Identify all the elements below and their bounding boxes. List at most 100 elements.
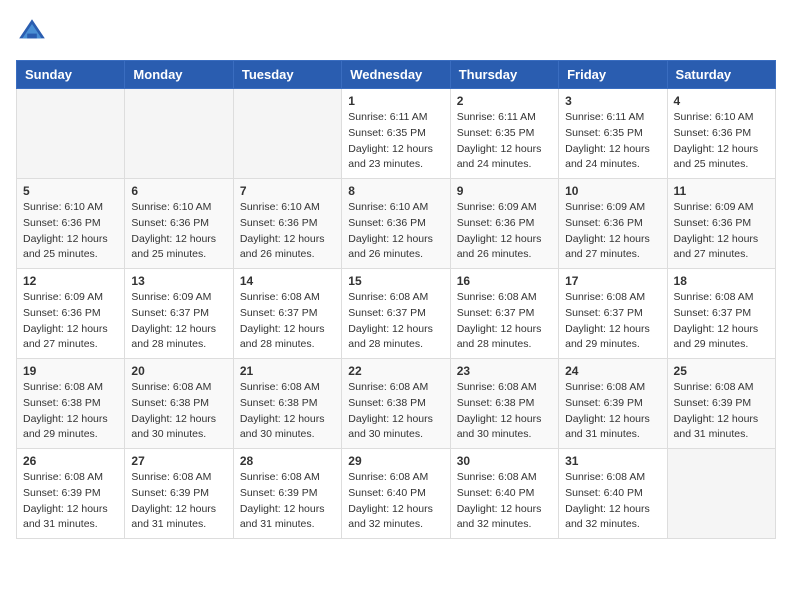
day-info: Sunrise: 6:08 AMSunset: 6:38 PMDaylight:…: [131, 380, 226, 443]
day-number: 18: [674, 274, 769, 288]
calendar-week-row: 12 Sunrise: 6:09 AMSunset: 6:36 PMDayligh…: [17, 269, 776, 359]
day-info: Sunrise: 6:08 AMSunset: 6:40 PMDaylight:…: [565, 470, 660, 533]
calendar-day-cell: 23 Sunrise: 6:08 AMSunset: 6:38 PMDayligh…: [450, 359, 558, 449]
calendar-day-cell: 19Sunrise: 6:08 AMSunset: 6:38 PMDayligh…: [17, 359, 125, 449]
calendar-day-cell: 12 Sunrise: 6:09 AMSunset: 6:36 PMDayligh…: [17, 269, 125, 359]
day-info: Sunrise: 6:08 AMSunset: 6:40 PMDaylight:…: [348, 470, 443, 533]
day-info: Sunrise: 6:09 AMSunset: 6:36 PMDaylight:…: [23, 290, 118, 353]
calendar-day-cell: 5 Sunrise: 6:10 AMSunset: 6:36 PMDaylight…: [17, 179, 125, 269]
day-info: Sunrise: 6:08 AMSunset: 6:38 PMDaylight:…: [457, 380, 552, 443]
day-number: 3: [565, 94, 660, 108]
day-number: 8: [348, 184, 443, 198]
day-info: Sunrise: 6:08 AMSunset: 6:40 PMDaylight:…: [457, 470, 552, 533]
day-info: Sunrise: 6:08 AMSunset: 6:39 PMDaylight:…: [240, 470, 335, 533]
day-number: 22: [348, 364, 443, 378]
calendar-day-cell: [125, 89, 233, 179]
day-number: 26: [23, 454, 118, 468]
day-info: Sunrise: 6:10 AMSunset: 6:36 PMDaylight:…: [23, 200, 118, 263]
weekday-header: Thursday: [450, 61, 558, 89]
calendar-day-cell: 28 Sunrise: 6:08 AMSunset: 6:39 PMDayligh…: [233, 449, 341, 539]
calendar-day-cell: 9 Sunrise: 6:09 AMSunset: 6:36 PMDaylight…: [450, 179, 558, 269]
day-info: Sunrise: 6:09 AMSunset: 6:36 PMDaylight:…: [457, 200, 552, 263]
calendar-week-row: 19 Sunrise: 6:08 AMSunset: 6:38 PMDayligh…: [17, 359, 776, 449]
day-number: 13: [131, 274, 226, 288]
calendar-day-cell: 6 Sunrise: 6:10 AMSunset: 6:36 PMDaylight…: [125, 179, 233, 269]
calendar-day-cell: 1 Sunrise: 6:11 AMSunset: 6:35 PMDaylight…: [342, 89, 450, 179]
day-number: 4: [674, 94, 769, 108]
calendar-day-cell: 7 Sunrise: 6:10 AMSunset: 6:36 PMDaylight…: [233, 179, 341, 269]
calendar-day-cell: 10 Sunrise: 6:09 AMSunset: 6:36 PMDayligh…: [559, 179, 667, 269]
day-number: 27: [131, 454, 226, 468]
day-number: 23: [457, 364, 552, 378]
page-header: [16, 16, 776, 48]
weekday-header: Tuesday: [233, 61, 341, 89]
day-number: 11: [674, 184, 769, 198]
day-number: 9: [457, 184, 552, 198]
day-number: 16: [457, 274, 552, 288]
day-number: 20: [131, 364, 226, 378]
weekday-header: Saturday: [667, 61, 775, 89]
calendar-day-cell: 31Sunrise: 6:08 AMSunset: 6:40 PMDayligh…: [559, 449, 667, 539]
day-info: Sunrise: 6:09 AMSunset: 6:37 PMDaylight:…: [131, 290, 226, 353]
day-number: 25: [674, 364, 769, 378]
day-info: Sunrise: 6:08 AMSunset: 6:37 PMDaylight:…: [565, 290, 660, 353]
day-info: Sunrise: 6:11 AMSunset: 6:35 PMDaylight:…: [457, 110, 552, 173]
calendar-day-cell: 13 Sunrise: 6:09 AMSunset: 6:37 PMDayligh…: [125, 269, 233, 359]
day-number: 1: [348, 94, 443, 108]
calendar-day-cell: 16 Sunrise: 6:08 AMSunset: 6:37 PMDayligh…: [450, 269, 558, 359]
calendar-day-cell: 30 Sunrise: 6:08 AMSunset: 6:40 PMDayligh…: [450, 449, 558, 539]
day-number: 21: [240, 364, 335, 378]
calendar-day-cell: [17, 89, 125, 179]
calendar-day-cell: 8Sunrise: 6:10 AMSunset: 6:36 PMDaylight…: [342, 179, 450, 269]
day-number: 29: [348, 454, 443, 468]
calendar-week-row: 26 Sunrise: 6:08 AMSunset: 6:39 PMDayligh…: [17, 449, 776, 539]
calendar-day-cell: 2 Sunrise: 6:11 AMSunset: 6:35 PMDaylight…: [450, 89, 558, 179]
day-number: 15: [348, 274, 443, 288]
day-info: Sunrise: 6:08 AMSunset: 6:39 PMDaylight:…: [23, 470, 118, 533]
calendar-day-cell: 4Sunrise: 6:10 AMSunset: 6:36 PMDaylight…: [667, 89, 775, 179]
day-info: Sunrise: 6:08 AMSunset: 6:39 PMDaylight:…: [565, 380, 660, 443]
calendar-week-row: 1 Sunrise: 6:11 AMSunset: 6:35 PMDaylight…: [17, 89, 776, 179]
calendar-day-cell: 17 Sunrise: 6:08 AMSunset: 6:37 PMDayligh…: [559, 269, 667, 359]
calendar-day-cell: [667, 449, 775, 539]
day-number: 7: [240, 184, 335, 198]
day-info: Sunrise: 6:08 AMSunset: 6:39 PMDaylight:…: [674, 380, 769, 443]
day-info: Sunrise: 6:11 AMSunset: 6:35 PMDaylight:…: [565, 110, 660, 173]
day-number: 19: [23, 364, 118, 378]
day-info: Sunrise: 6:08 AMSunset: 6:37 PMDaylight:…: [348, 290, 443, 353]
weekday-header: Monday: [125, 61, 233, 89]
calendar-day-cell: 11 Sunrise: 6:09 AMSunset: 6:36 PMDayligh…: [667, 179, 775, 269]
calendar-day-cell: 15 Sunrise: 6:08 AMSunset: 6:37 PMDayligh…: [342, 269, 450, 359]
day-info: Sunrise: 6:08 AMSunset: 6:37 PMDaylight:…: [457, 290, 552, 353]
calendar-day-cell: [233, 89, 341, 179]
calendar-table: SundayMondayTuesdayWednesdayThursdayFrid…: [16, 60, 776, 539]
calendar-day-cell: 25 Sunrise: 6:08 AMSunset: 6:39 PMDayligh…: [667, 359, 775, 449]
calendar-day-cell: 21 Sunrise: 6:08 AMSunset: 6:38 PMDayligh…: [233, 359, 341, 449]
day-info: Sunrise: 6:09 AMSunset: 6:36 PMDaylight:…: [674, 200, 769, 263]
day-info: Sunrise: 6:11 AMSunset: 6:35 PMDaylight:…: [348, 110, 443, 173]
day-number: 5: [23, 184, 118, 198]
day-number: 6: [131, 184, 226, 198]
calendar-week-row: 5 Sunrise: 6:10 AMSunset: 6:36 PMDaylight…: [17, 179, 776, 269]
calendar-day-cell: 22Sunrise: 6:08 AMSunset: 6:38 PMDayligh…: [342, 359, 450, 449]
day-number: 28: [240, 454, 335, 468]
calendar-day-cell: 14Sunrise: 6:08 AMSunset: 6:37 PMDayligh…: [233, 269, 341, 359]
calendar-day-cell: 3 Sunrise: 6:11 AMSunset: 6:35 PMDaylight…: [559, 89, 667, 179]
day-info: Sunrise: 6:09 AMSunset: 6:36 PMDaylight:…: [565, 200, 660, 263]
calendar-day-cell: 24Sunrise: 6:08 AMSunset: 6:39 PMDayligh…: [559, 359, 667, 449]
day-number: 2: [457, 94, 552, 108]
day-number: 30: [457, 454, 552, 468]
day-number: 10: [565, 184, 660, 198]
calendar-day-cell: 26 Sunrise: 6:08 AMSunset: 6:39 PMDayligh…: [17, 449, 125, 539]
day-info: Sunrise: 6:08 AMSunset: 6:37 PMDaylight:…: [240, 290, 335, 353]
day-info: Sunrise: 6:08 AMSunset: 6:38 PMDaylight:…: [240, 380, 335, 443]
calendar-header-row: SundayMondayTuesdayWednesdayThursdayFrid…: [17, 61, 776, 89]
day-number: 17: [565, 274, 660, 288]
logo: [16, 16, 52, 48]
day-number: 12: [23, 274, 118, 288]
calendar-day-cell: 27Sunrise: 6:08 AMSunset: 6:39 PMDayligh…: [125, 449, 233, 539]
calendar-day-cell: 20 Sunrise: 6:08 AMSunset: 6:38 PMDayligh…: [125, 359, 233, 449]
day-info: Sunrise: 6:10 AMSunset: 6:36 PMDaylight:…: [131, 200, 226, 263]
day-info: Sunrise: 6:10 AMSunset: 6:36 PMDaylight:…: [240, 200, 335, 263]
calendar-day-cell: 29 Sunrise: 6:08 AMSunset: 6:40 PMDayligh…: [342, 449, 450, 539]
